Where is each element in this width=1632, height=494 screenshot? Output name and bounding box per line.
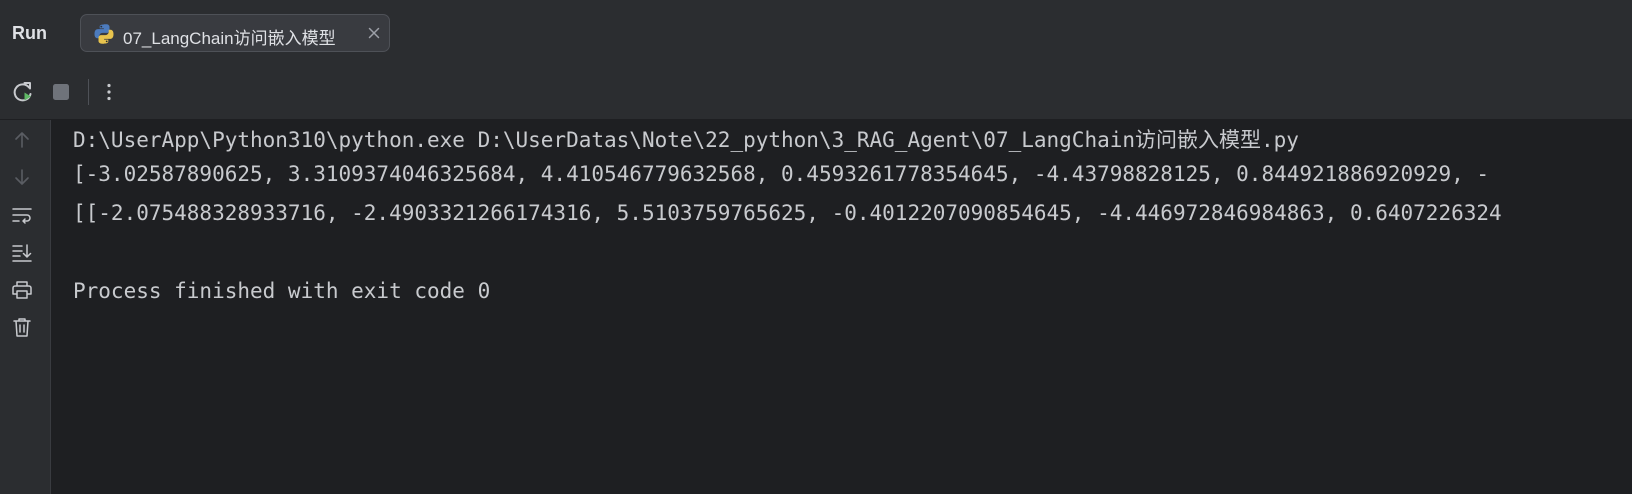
- run-header: Run 07_LangChain访问嵌入模型: [0, 3, 1632, 65]
- rerun-icon[interactable]: [10, 79, 36, 105]
- console-line-embeddings: [[-2.075488328933716, -2.490332126617431…: [73, 201, 1502, 225]
- scroll-to-end-icon[interactable]: [10, 240, 34, 264]
- toolbar-separator: [88, 79, 89, 105]
- tab-label: 07_LangChain访问嵌入模型: [123, 29, 336, 48]
- console-gutter: [0, 120, 51, 494]
- up-arrow-icon[interactable]: [10, 128, 34, 152]
- console-output[interactable]: D:\UserApp\Python310\python.exe D:\UserD…: [51, 120, 1632, 494]
- run-panel-title: Run: [12, 23, 47, 43]
- run-tool-window: Run 07_LangChain访问嵌入模型 D:\UserApp\Python…: [0, 0, 1632, 494]
- python-icon: [94, 24, 114, 44]
- run-toolbar: [0, 65, 1632, 120]
- print-icon[interactable]: [10, 278, 34, 302]
- console-line-command: D:\UserApp\Python310\python.exe D:\UserD…: [73, 128, 1299, 152]
- console-line-embedding: [-3.02587890625, 3.3109374046325684, 4.4…: [73, 162, 1490, 186]
- stop-icon[interactable]: [48, 79, 74, 105]
- console-line-exit: Process finished with exit code 0: [73, 279, 491, 303]
- more-vertical-icon[interactable]: [96, 79, 122, 105]
- down-arrow-icon[interactable]: [10, 165, 34, 189]
- soft-wrap-icon[interactable]: [10, 203, 34, 227]
- trash-icon[interactable]: [10, 315, 34, 339]
- tab-run-configuration[interactable]: 07_LangChain访问嵌入模型: [80, 14, 390, 52]
- close-icon[interactable]: [366, 25, 382, 41]
